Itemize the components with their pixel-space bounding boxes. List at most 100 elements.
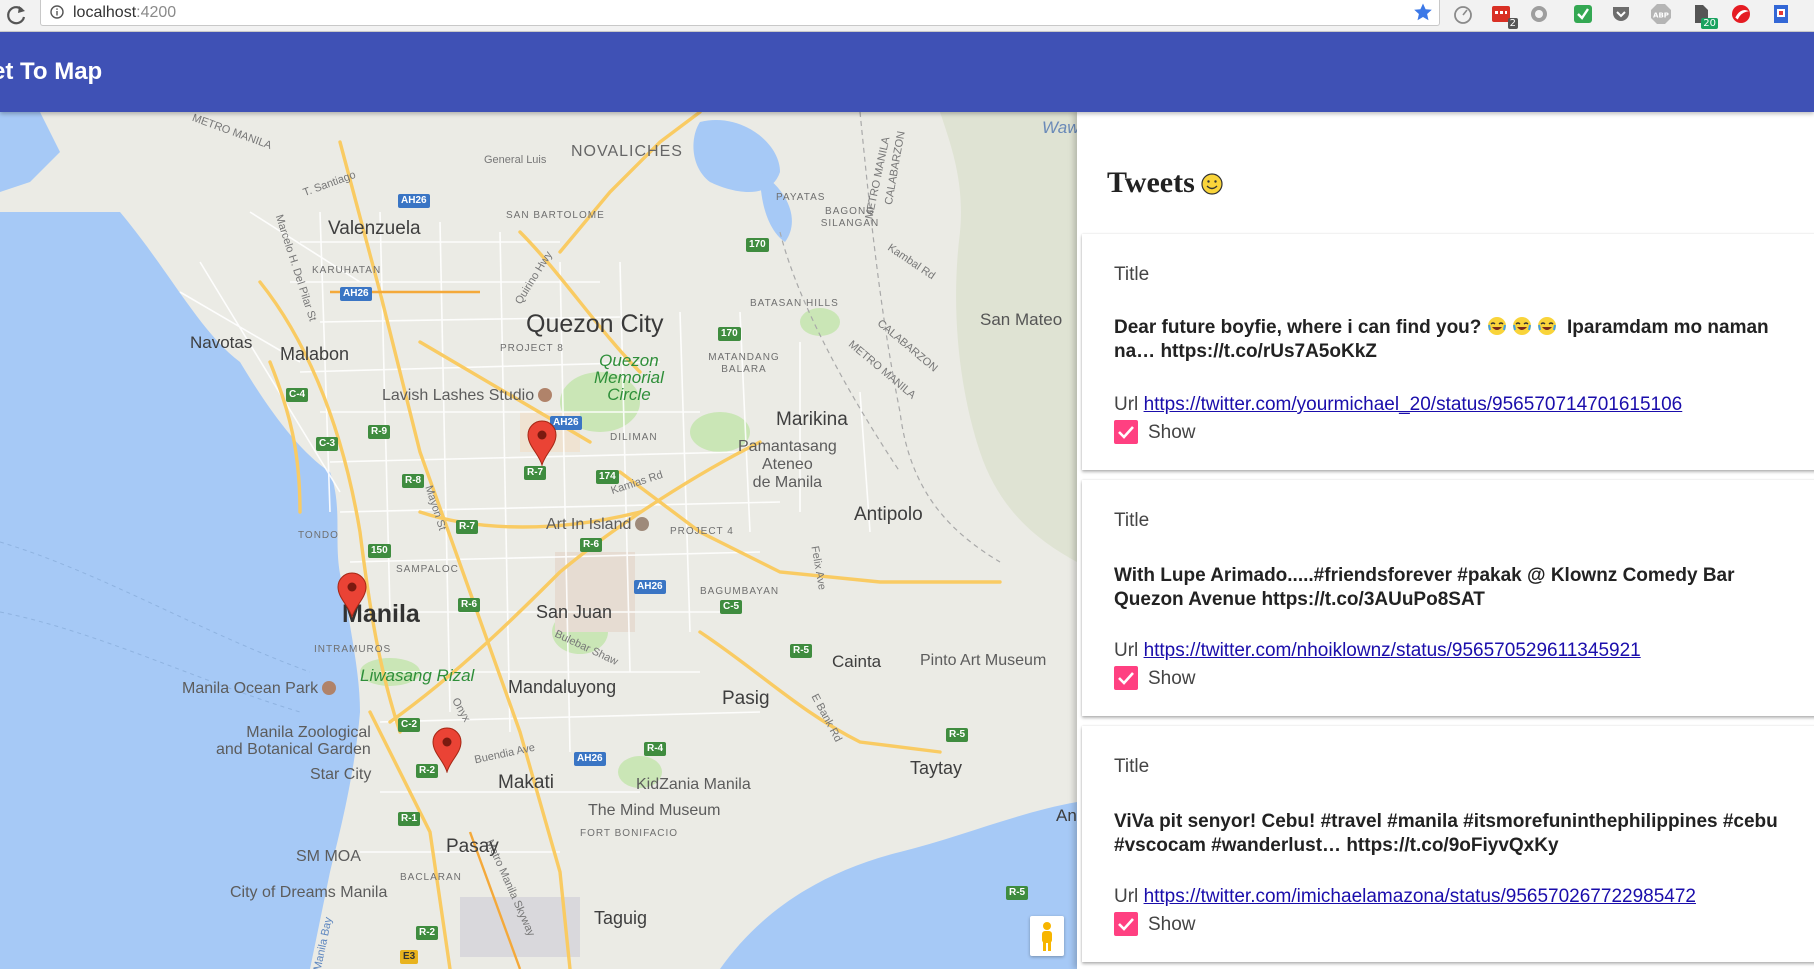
map-label-baclaran: BACLARAN — [400, 872, 462, 883]
map-label-ateneo: Pamantasang Ateneo de Manila — [738, 438, 837, 492]
shield-r5: R-5 — [1006, 886, 1029, 900]
map-label-project-4: PROJECT 4 — [670, 526, 734, 537]
todo-icon[interactable]: 2 — [1490, 3, 1518, 29]
app-toolbar: et To Map — [0, 32, 1814, 112]
abp-icon[interactable]: ABP — [1650, 3, 1672, 25]
show-label[interactable]: Show — [1148, 422, 1196, 444]
qmc-line-3: Circle — [607, 385, 651, 404]
map-label-san-bartolome: SAN BARTOLOME — [506, 210, 605, 221]
circle-icon[interactable] — [1528, 3, 1550, 25]
checkmark-icon — [1118, 672, 1134, 685]
map-label-antipolo: Antipolo — [854, 504, 923, 525]
page-badge: 20 — [1701, 18, 1718, 29]
show-label[interactable]: Show — [1148, 914, 1196, 936]
tweet-title-label: Title — [1114, 264, 1150, 285]
map-label-manila-ocean-park: Manila Ocean Park — [182, 680, 337, 698]
ateneo-line-1: Pamantasang — [738, 438, 837, 455]
url-port: :4200 — [136, 4, 177, 21]
map-label-lavish-lashes: Lavish Lashes Studio — [382, 387, 553, 405]
pegman-icon — [1042, 922, 1052, 951]
shield-r7: R-7 — [524, 466, 547, 480]
show-label[interactable]: Show — [1148, 668, 1196, 690]
museum-icon — [635, 517, 650, 531]
map-base-layer — [0, 112, 1077, 969]
map-label-makati: Makati — [498, 772, 554, 793]
panel-heading-text: Tweets — [1107, 166, 1195, 199]
tweet-card: Title ViVa pit senyor! Cebu! #travel #ma… — [1082, 726, 1814, 962]
address-bar[interactable]: localhost:4200 — [40, 0, 1440, 26]
shield-r4: R-4 — [644, 742, 667, 756]
shield-ah26: AH26 — [340, 287, 372, 301]
url-label: Url — [1114, 394, 1139, 415]
map-label-project-8: PROJECT 8 — [500, 343, 564, 354]
map-label-sm-moa: SM MOA — [296, 848, 361, 865]
show-checkbox[interactable] — [1114, 912, 1138, 936]
tweet-text: ViVa pit senyor! Cebu! #travel #manila #… — [1114, 811, 1778, 856]
tweet-link[interactable]: https://twitter.com/imichaelamazona/stat… — [1144, 886, 1696, 907]
map-marker[interactable] — [527, 420, 557, 466]
url-text[interactable]: localhost:4200 — [73, 4, 176, 22]
shield-r5: R-5 — [790, 644, 813, 658]
zoo-line-1: Manila Zoological — [246, 724, 371, 741]
map-label-novaliches: NOVALICHES — [571, 143, 683, 160]
tweet-url-row: Url https://twitter.com/yourmichael_20/s… — [1114, 394, 1682, 416]
map-marker[interactable] — [337, 572, 367, 618]
tweet-url-row: Url https://twitter.com/nhoiklownz/statu… — [1114, 640, 1641, 662]
url-host: localhost — [73, 4, 137, 21]
check-icon[interactable] — [1572, 3, 1594, 25]
tweet-link[interactable]: https://twitter.com/yourmichael_20/statu… — [1144, 394, 1683, 415]
map-label-intramuros: INTRAMUROS — [314, 644, 392, 655]
map-label-valenzuela: Valenzuela — [328, 218, 421, 239]
timer-icon[interactable] — [1452, 3, 1474, 25]
reload-icon[interactable] — [4, 2, 30, 28]
map-label-matandang-balara: MATANDANG BALARA — [708, 352, 780, 375]
browser-toolbar: localhost:4200 2 ABP 20 — [0, 0, 1814, 32]
smile-emoji-icon — [1201, 173, 1223, 195]
map-label-taguig: Taguig — [594, 908, 648, 928]
acrobat-icon[interactable] — [1730, 3, 1752, 25]
shield-r6: R-6 — [458, 598, 481, 612]
joy-emoji-icon — [1487, 317, 1506, 335]
checkmark-icon — [1118, 426, 1134, 439]
tweet-card: Title Dear future boyfie, where i can fi… — [1082, 234, 1814, 470]
ateneo-line-3: de Manila — [752, 474, 823, 491]
checkmark-icon — [1118, 918, 1134, 931]
map-label-manila-zoo: Manila Zoological and Botanical Garden — [216, 724, 371, 758]
tweet-text: With Lupe Arimado.....#friendsforever #p… — [1114, 565, 1735, 610]
shield-r7: R-7 — [456, 520, 479, 534]
shield-r9: R-9 — [368, 425, 391, 439]
map-label-bagumbayan: BAGUMBAYAN — [700, 586, 780, 597]
ateneo-line-2: Ateneo — [762, 456, 813, 473]
tweet-url-row: Url https://twitter.com/imichaelamazona/… — [1114, 886, 1696, 908]
map-label-quezon-city: Quezon City — [526, 310, 664, 338]
map-label-san-juan: San Juan — [536, 602, 613, 622]
show-checkbox[interactable] — [1114, 420, 1138, 444]
show-checkbox[interactable] — [1114, 666, 1138, 690]
page-icon[interactable]: 20 — [1690, 3, 1718, 29]
map-label-city-of-dreams: City of Dreams Manila — [230, 884, 388, 901]
map-label-mind-museum: The Mind Museum — [588, 802, 721, 819]
map-marker[interactable] — [432, 727, 462, 773]
map-label-diliman: DILIMAN — [610, 432, 658, 443]
info-icon[interactable] — [50, 5, 64, 19]
url-label: Url — [1114, 886, 1139, 907]
street-view-pegman[interactable] — [1030, 916, 1064, 956]
map-label-waw: Waw — [1042, 118, 1077, 137]
pocket-icon[interactable] — [1610, 3, 1632, 25]
panel-heading: Tweets — [1107, 166, 1223, 200]
attraction-icon — [322, 681, 337, 695]
app-title: et To Map — [0, 58, 103, 85]
shield-174: 174 — [596, 470, 619, 484]
bookmark-star-icon[interactable] — [1413, 2, 1433, 22]
book-icon[interactable] — [1770, 3, 1792, 25]
map-label-malabon: Malabon — [280, 344, 350, 364]
map-label-navotas: Navotas — [190, 333, 253, 352]
shield-c3: C-3 — [316, 437, 339, 451]
shield-e3: E3 — [400, 950, 419, 964]
tweet-link[interactable]: https://twitter.com/nhoiklownz/status/95… — [1144, 640, 1641, 661]
map-label-pinto-art-museum: Pinto Art Museum — [920, 652, 1047, 669]
shield-150: 150 — [368, 544, 391, 558]
google-map[interactable]: Waw NOVALICHES General Luis T. Santiago … — [0, 112, 1077, 969]
map-label-cainta: Cainta — [832, 652, 882, 671]
map-label-marikina: Marikina — [776, 409, 848, 430]
